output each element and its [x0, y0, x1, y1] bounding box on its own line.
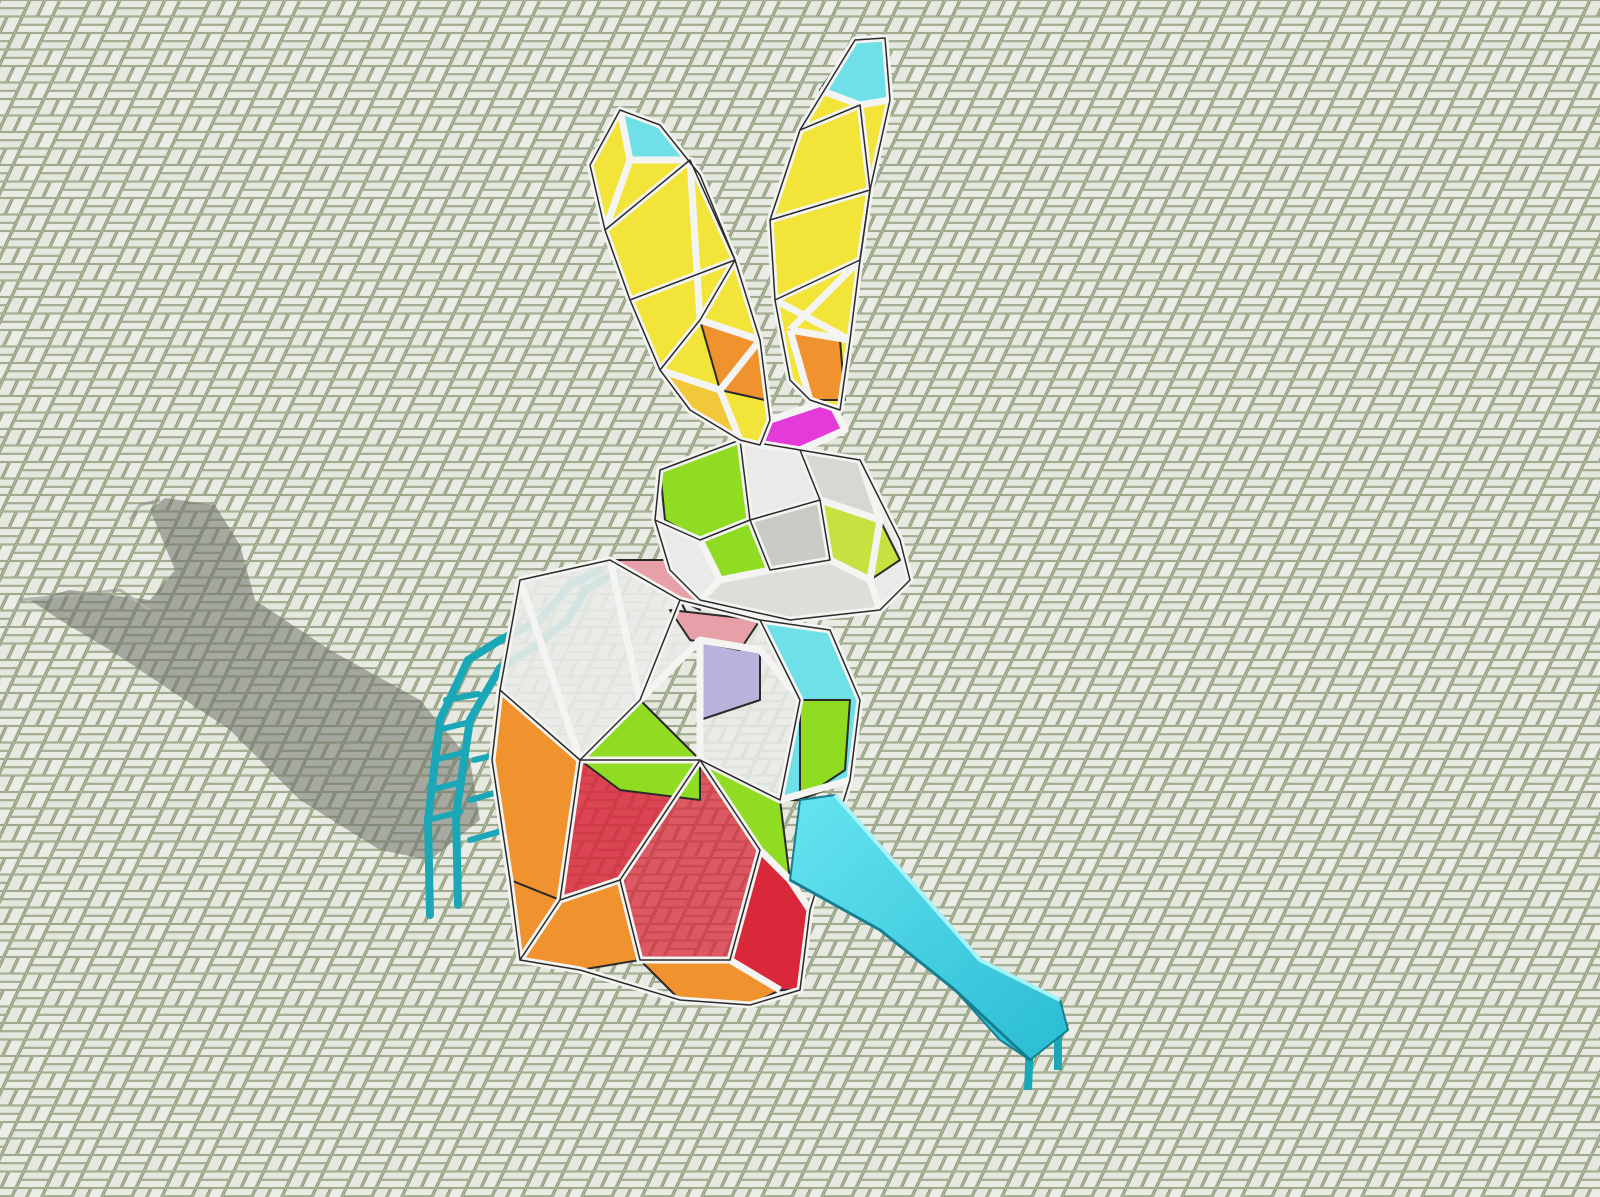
scene-canvas [0, 0, 1600, 1197]
